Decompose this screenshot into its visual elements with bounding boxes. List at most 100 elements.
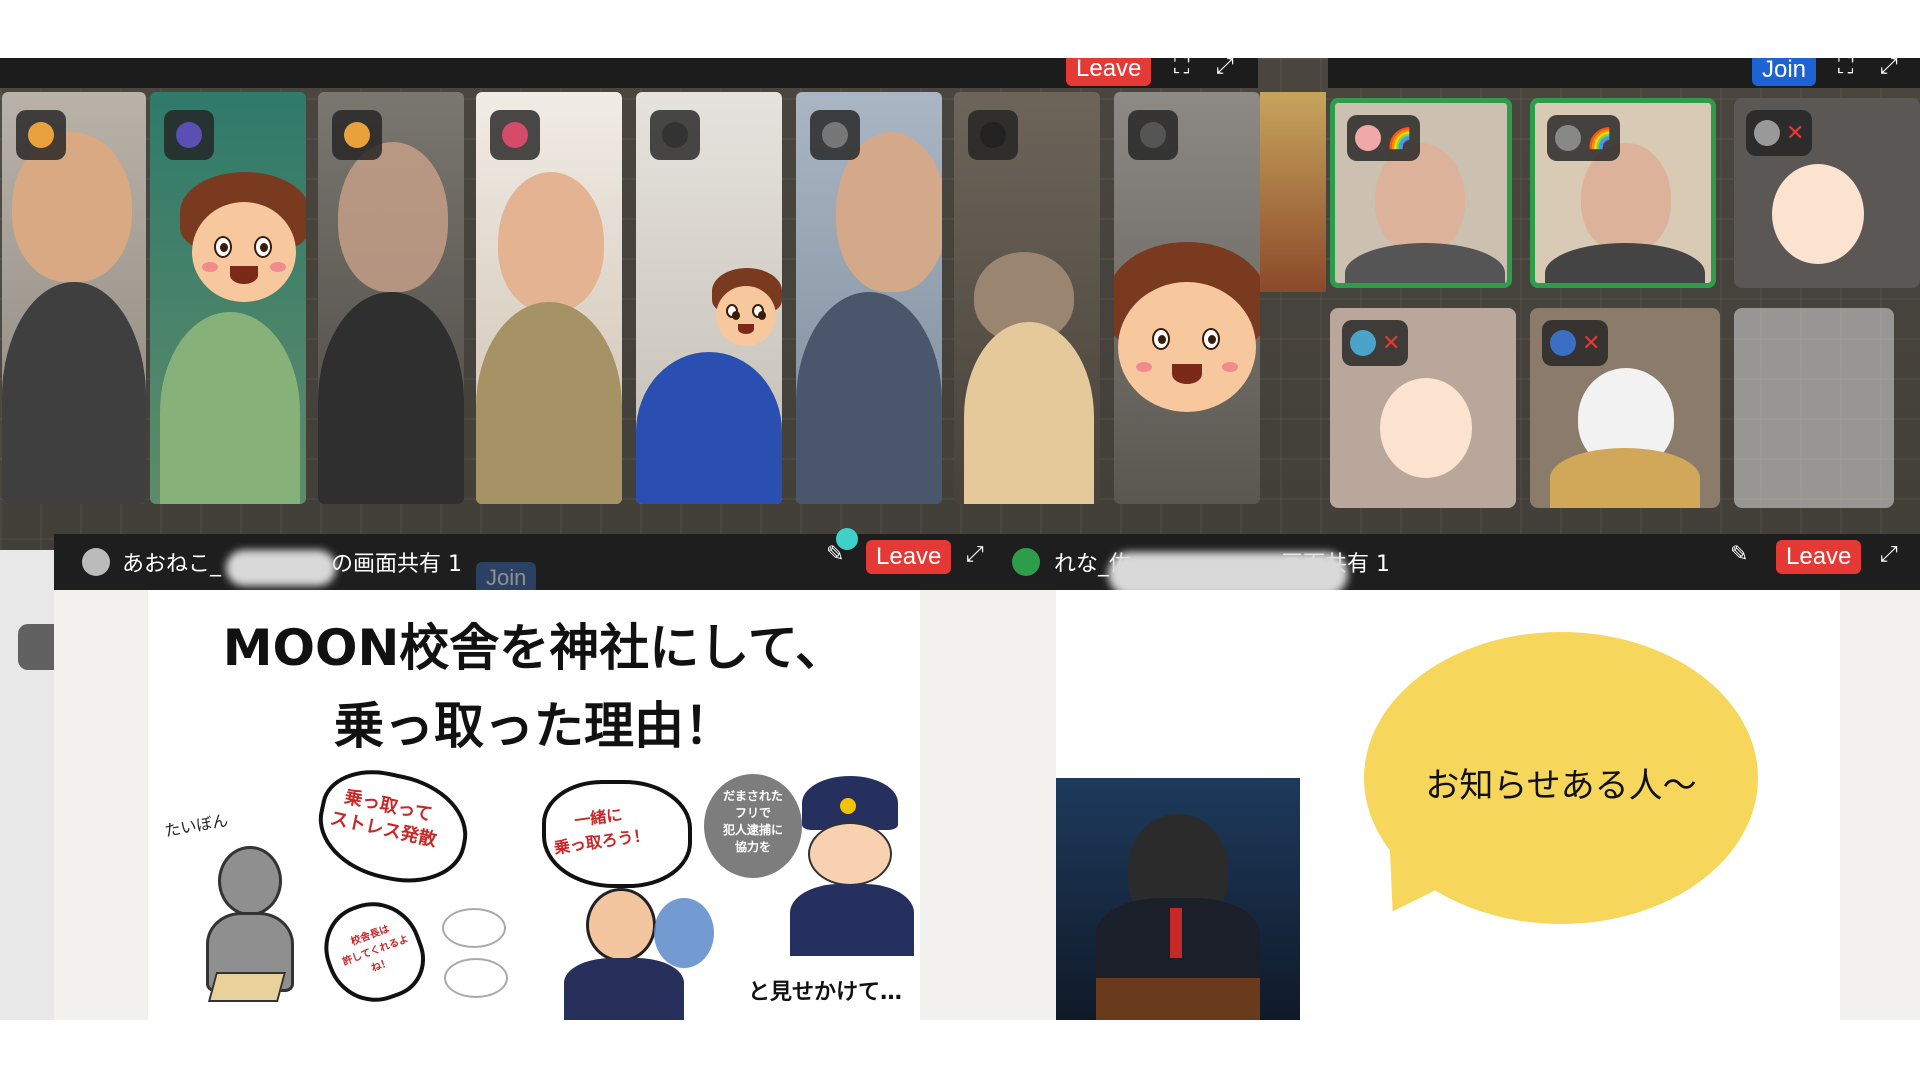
video-tile-5[interactable] bbox=[636, 92, 782, 504]
slide-2: お知らせある人〜 bbox=[1056, 590, 1840, 1020]
video-tile-8[interactable] bbox=[1114, 92, 1260, 504]
avatar-icon bbox=[1350, 330, 1376, 356]
person-body bbox=[1550, 448, 1700, 508]
avatar-icon bbox=[662, 122, 688, 148]
avatar-icon bbox=[1754, 120, 1780, 146]
mic-off-icon: ✕ bbox=[1382, 330, 1401, 356]
person-face bbox=[498, 172, 604, 312]
meeting-area: Leave ⛶ ⤢ Join ⛶ ⤢ 🌈 🌈 ✕ ✕ ✕ あおねこ_ の画面共有… bbox=[0, 58, 1920, 1020]
slide: MOON校舎を神社にして、 乗っ取った理由！ たいぼん 乗っ取って ストレス発散… bbox=[148, 590, 920, 1020]
person-body bbox=[318, 292, 464, 504]
speech-bubble-2: 校舎長は 許してくれるよね！ bbox=[311, 888, 437, 1016]
avatar-icon bbox=[344, 122, 370, 148]
person-body bbox=[476, 302, 622, 504]
cartoon-face-icon bbox=[1118, 282, 1256, 412]
leave-button-top[interactable]: Leave bbox=[1066, 58, 1152, 86]
avatar-icon bbox=[1555, 125, 1581, 151]
video-tile-4[interactable] bbox=[476, 92, 622, 504]
speech-bubble-1: 乗っ取って ストレス発散 bbox=[308, 759, 478, 895]
person-body bbox=[1345, 243, 1505, 283]
avatar-icon bbox=[502, 122, 528, 148]
video-tile-3[interactable] bbox=[318, 92, 464, 504]
bubble-2-text: 校舎長は 許してくれるよね！ bbox=[341, 923, 411, 975]
video-tile-2[interactable] bbox=[150, 92, 306, 504]
avatar-badge bbox=[810, 110, 860, 160]
expand-icon[interactable]: ⤢ bbox=[1216, 58, 1234, 79]
fullscreen-icon-right[interactable]: ⛶ bbox=[1838, 58, 1853, 79]
speech-bubble-3: 一緒に 乗っ取ろう！ bbox=[542, 780, 692, 888]
avatar-icon bbox=[1140, 122, 1166, 148]
video-tile-1[interactable] bbox=[2, 92, 146, 504]
businessman-character bbox=[558, 888, 728, 1020]
expand-icon-right[interactable]: ⤢ bbox=[1880, 58, 1898, 79]
avatar-badge bbox=[16, 110, 66, 160]
sharer-avatar-2 bbox=[1012, 548, 1040, 576]
bubble-3-text: 一緒に 乗っ取ろう！ bbox=[552, 804, 651, 858]
person-face bbox=[338, 142, 448, 292]
leave-button-share-1[interactable]: Leave bbox=[866, 540, 952, 574]
villain-character bbox=[202, 846, 298, 1006]
avatar-badge bbox=[164, 110, 214, 160]
grid-tile-4[interactable]: ✕ bbox=[1330, 308, 1516, 508]
leave-button-share-2[interactable]: Leave bbox=[1776, 540, 1862, 574]
speech-text: お知らせある人〜 bbox=[1425, 766, 1697, 806]
avatar-badge: ✕ bbox=[1542, 320, 1609, 366]
grid-tile-3[interactable]: ✕ bbox=[1734, 98, 1920, 288]
gorilla-speaker-image bbox=[1056, 778, 1300, 1020]
avatar-badge bbox=[968, 110, 1018, 160]
join-button-top[interactable]: Join bbox=[1752, 58, 1817, 86]
fullscreen-icon[interactable]: ⛶ bbox=[1174, 58, 1189, 79]
thought-bubble bbox=[442, 908, 506, 948]
app-stage: Leave ⛶ ⤢ Join ⛶ ⤢ 🌈 🌈 ✕ ✕ ✕ あおねこ_ の画面共有… bbox=[0, 0, 1920, 1080]
edit-icon-2[interactable]: ✎ bbox=[1730, 542, 1748, 567]
avatar-icon bbox=[1550, 330, 1576, 356]
character-label: たいぼん bbox=[163, 810, 230, 841]
slide-title-line-1: MOON校舎を神社にして、 bbox=[222, 619, 846, 677]
avatar-badge: 🌈 bbox=[1547, 115, 1620, 161]
expand-icon-share-2[interactable]: ⤢ bbox=[1880, 542, 1898, 567]
sharer-avatar bbox=[82, 548, 110, 576]
grid-tile-5[interactable]: ✕ bbox=[1530, 308, 1720, 508]
cartoon-girl-icon bbox=[1380, 378, 1472, 478]
police-officer-character bbox=[790, 776, 914, 956]
share-title-suffix: の画面共有 1 bbox=[331, 552, 463, 577]
avatar-icon bbox=[176, 122, 202, 148]
avatar-badge bbox=[650, 110, 700, 160]
avatar-badge: ✕ bbox=[1342, 320, 1409, 366]
mic-off-icon: ✕ bbox=[1786, 120, 1805, 146]
shrine-picture bbox=[1260, 92, 1326, 292]
plush-toy bbox=[964, 322, 1094, 504]
expand-icon-share-1[interactable]: ⤢ bbox=[966, 542, 984, 567]
share-title-prefix: あおねこ_ bbox=[122, 552, 222, 577]
bubble-1-text: 乗っ取って ストレス発散 bbox=[328, 786, 439, 852]
avatar-badge bbox=[490, 110, 540, 160]
avatar-icon bbox=[28, 122, 54, 148]
avatar-badge: ✕ bbox=[1746, 110, 1813, 156]
person-body bbox=[796, 292, 942, 504]
cartoon-face-icon bbox=[716, 286, 776, 346]
left-side-panel bbox=[0, 550, 54, 1020]
avatar-badge bbox=[332, 110, 382, 160]
top-control-bar-right bbox=[1328, 58, 1920, 88]
avatar-icon bbox=[1355, 125, 1381, 151]
grid-tile-2[interactable]: 🌈 bbox=[1530, 98, 1716, 288]
avatar-icon bbox=[980, 122, 1006, 148]
video-tile-6[interactable] bbox=[796, 92, 942, 504]
video-tile-7[interactable] bbox=[954, 92, 1100, 504]
cartoon-face-icon bbox=[192, 202, 296, 302]
person-body bbox=[2, 282, 146, 504]
cursor-dot bbox=[836, 528, 858, 550]
rainbow-icon: 🌈 bbox=[1387, 126, 1412, 150]
avatar-badge bbox=[1128, 110, 1178, 160]
person-body bbox=[636, 352, 782, 504]
rainbow-icon: 🌈 bbox=[1587, 126, 1612, 150]
mic-off-icon: ✕ bbox=[1582, 330, 1601, 356]
speech-bubble-4: だまされた フリで 犯人逮捕に 協力を bbox=[704, 774, 802, 878]
bubble-4-text: だまされた フリで 犯人逮捕に 協力を bbox=[722, 789, 783, 854]
avatar-badge: 🌈 bbox=[1347, 115, 1420, 161]
person-body bbox=[1545, 243, 1705, 283]
grid-tile-6 bbox=[1734, 308, 1894, 508]
name-redaction-blur bbox=[226, 550, 336, 586]
screen-share-panel-1: MOON校舎を神社にして、 乗っ取った理由！ たいぼん 乗っ取って ストレス発散… bbox=[54, 590, 1012, 1020]
grid-tile-1[interactable]: 🌈 bbox=[1330, 98, 1512, 288]
